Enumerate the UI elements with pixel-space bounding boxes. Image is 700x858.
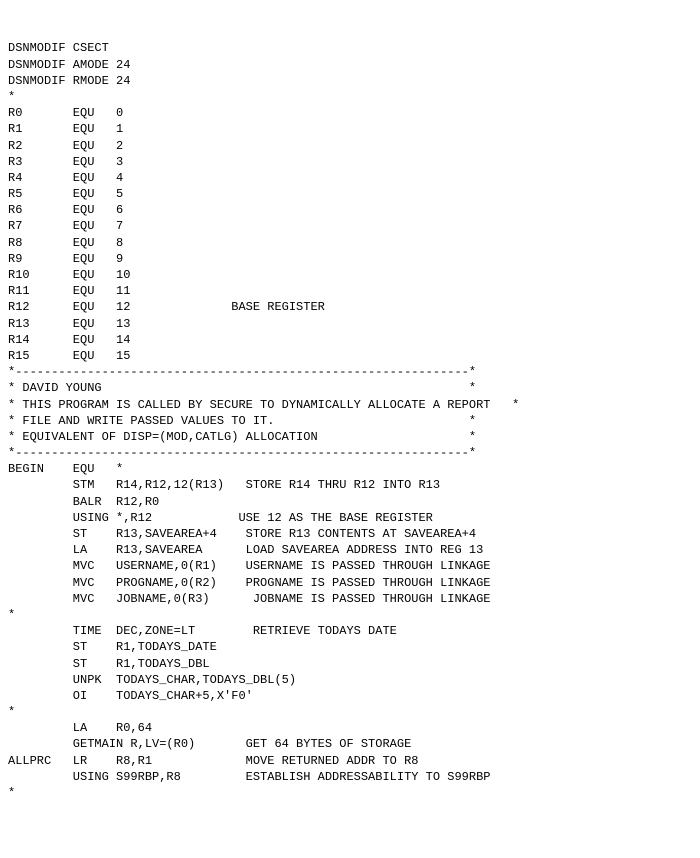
code-line: R14 EQU 14: [8, 332, 692, 348]
code-line: * EQUIVALENT OF DISP=(MOD,CATLG) ALLOCAT…: [8, 429, 692, 445]
code-line: *: [8, 704, 692, 720]
code-line: *: [8, 785, 692, 801]
code-line: USING *,R12 USE 12 AS THE BASE REGISTER: [8, 510, 692, 526]
code-line: R8 EQU 8: [8, 235, 692, 251]
code-line: ST R1,TODAYS_DBL: [8, 656, 692, 672]
code-line: MVC PROGNAME,0(R2) PROGNAME IS PASSED TH…: [8, 575, 692, 591]
code-line: R4 EQU 4: [8, 170, 692, 186]
code-line: ST R13,SAVEAREA+4 STORE R13 CONTENTS AT …: [8, 526, 692, 542]
code-line: MVC USERNAME,0(R1) USERNAME IS PASSED TH…: [8, 558, 692, 574]
code-line: USING S99RBP,R8 ESTABLISH ADDRESSABILITY…: [8, 769, 692, 785]
code-line: *: [8, 607, 692, 623]
code-line: ALLPRC LR R8,R1 MOVE RETURNED ADDR TO R8: [8, 753, 692, 769]
code-line: GETMAIN R,LV=(R0) GET 64 BYTES OF STORAG…: [8, 736, 692, 752]
code-line: R5 EQU 5: [8, 186, 692, 202]
code-line: *---------------------------------------…: [8, 445, 692, 461]
code-line: ST R1,TODAYS_DATE: [8, 639, 692, 655]
code-line: R11 EQU 11: [8, 283, 692, 299]
code-line: R15 EQU 15: [8, 348, 692, 364]
code-line: *---------------------------------------…: [8, 364, 692, 380]
code-line: * THIS PROGRAM IS CALLED BY SECURE TO DY…: [8, 397, 692, 413]
code-line: STM R14,R12,12(R13) STORE R14 THRU R12 I…: [8, 477, 692, 493]
code-line: DSNMODIF CSECT: [8, 40, 692, 56]
code-line: R3 EQU 3: [8, 154, 692, 170]
code-line: BEGIN EQU *: [8, 461, 692, 477]
code-line: R6 EQU 6: [8, 202, 692, 218]
code-line: R7 EQU 7: [8, 218, 692, 234]
code-line: DSNMODIF AMODE 24: [8, 57, 692, 73]
code-line: R9 EQU 9: [8, 251, 692, 267]
code-line: DSNMODIF RMODE 24: [8, 73, 692, 89]
code-line: TIME DEC,ZONE=LT RETRIEVE TODAYS DATE: [8, 623, 692, 639]
code-line: R2 EQU 2: [8, 138, 692, 154]
code-line: * DAVID YOUNG *: [8, 380, 692, 396]
code-line: LA R13,SAVEAREA LOAD SAVEAREA ADDRESS IN…: [8, 542, 692, 558]
code-line: MVC JOBNAME,0(R3) JOBNAME IS PASSED THRO…: [8, 591, 692, 607]
code-line: *: [8, 89, 692, 105]
code-line: R12 EQU 12 BASE REGISTER: [8, 299, 692, 315]
code-line: OI TODAYS_CHAR+5,X'F0': [8, 688, 692, 704]
assembly-listing: DSNMODIF CSECTDSNMODIF AMODE 24DSNMODIF …: [8, 40, 692, 801]
code-line: BALR R12,R0: [8, 494, 692, 510]
code-line: R0 EQU 0: [8, 105, 692, 121]
code-line: R13 EQU 13: [8, 316, 692, 332]
code-line: UNPK TODAYS_CHAR,TODAYS_DBL(5): [8, 672, 692, 688]
code-line: LA R0,64: [8, 720, 692, 736]
code-line: R10 EQU 10: [8, 267, 692, 283]
code-line: R1 EQU 1: [8, 121, 692, 137]
code-line: * FILE AND WRITE PASSED VALUES TO IT. *: [8, 413, 692, 429]
